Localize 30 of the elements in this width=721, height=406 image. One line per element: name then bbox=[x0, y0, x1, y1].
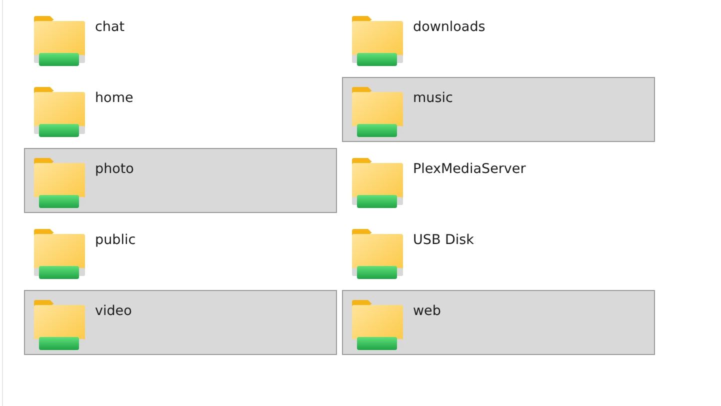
folder-tile[interactable]: music bbox=[342, 77, 655, 142]
folder-tile[interactable]: web bbox=[342, 290, 655, 355]
folder-icon bbox=[351, 15, 403, 67]
folder-icon bbox=[351, 299, 403, 351]
folder-icon bbox=[33, 299, 85, 351]
folder-name: music bbox=[413, 90, 453, 106]
folder-tile[interactable]: chat bbox=[24, 6, 337, 71]
folder-name: video bbox=[95, 303, 132, 319]
folder-icon bbox=[351, 157, 403, 209]
folder-tile[interactable]: home bbox=[24, 77, 337, 142]
folder-icon bbox=[33, 228, 85, 280]
folder-tile[interactable]: video bbox=[24, 290, 337, 355]
folder-icon bbox=[33, 157, 85, 209]
folder-icon bbox=[351, 228, 403, 280]
folder-name: downloads bbox=[413, 19, 486, 35]
folder-icon bbox=[33, 86, 85, 138]
folder-name: USB Disk bbox=[413, 232, 474, 248]
folder-name: PlexMediaServer bbox=[413, 161, 526, 177]
folder-tile[interactable]: photo bbox=[24, 148, 337, 213]
folder-icon bbox=[33, 15, 85, 67]
folder-name: chat bbox=[95, 19, 125, 35]
folder-name: home bbox=[95, 90, 134, 106]
folder-name: web bbox=[413, 303, 441, 319]
folder-tile[interactable]: PlexMediaServer bbox=[342, 148, 655, 213]
folder-name: public bbox=[95, 232, 136, 248]
folder-icon bbox=[351, 86, 403, 138]
folder-tile[interactable]: public bbox=[24, 219, 337, 284]
folder-tile[interactable]: downloads bbox=[342, 6, 655, 71]
folder-name: photo bbox=[95, 161, 134, 177]
folder-tile[interactable]: USB Disk bbox=[342, 219, 655, 284]
